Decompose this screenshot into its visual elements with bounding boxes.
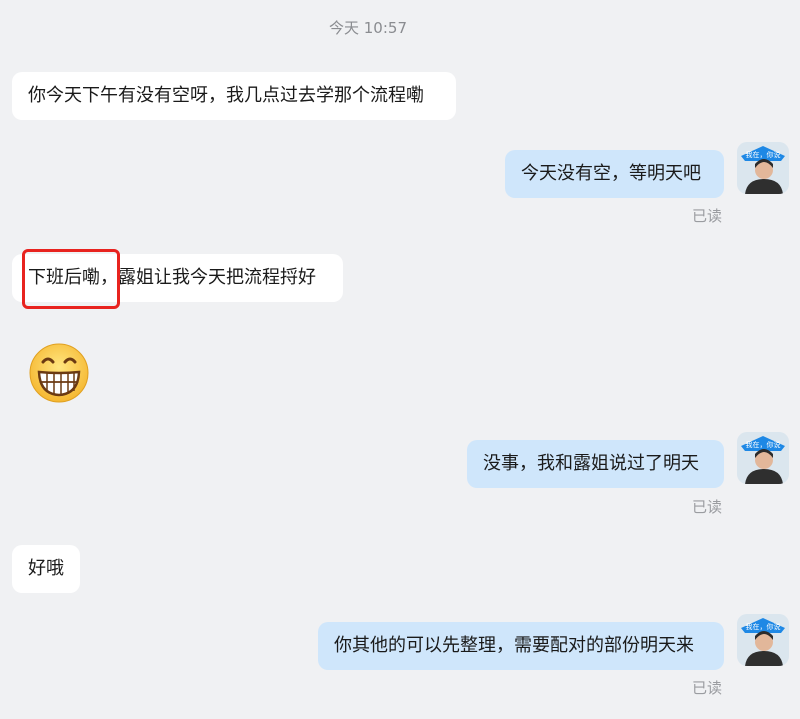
grinning-face-icon (29, 343, 89, 403)
user-avatar[interactable]: 我在，你说 (737, 432, 789, 484)
message-text: 你其他的可以先整理，需要配对的部份明天来 (334, 635, 694, 656)
message-bubble-sent[interactable]: 你其他的可以先整理，需要配对的部份明天来 (318, 622, 724, 670)
avatar-badge-text: 我在，你说 (746, 440, 781, 449)
avatar-badge-text: 我在，你说 (746, 622, 781, 631)
avatar-image: 我在，你说 (737, 432, 789, 484)
avatar-image: 我在，你说 (737, 142, 789, 194)
message-text: 没事，我和露姐说过了明天 (483, 453, 699, 474)
message-bubble-received[interactable]: 你今天下午有没有空呀，我几点过去学那个流程嘞 (12, 72, 456, 120)
read-status: 已读 (692, 207, 723, 225)
chat-timestamp: 今天 10:57 (329, 19, 407, 37)
avatar-image: 我在，你说 (737, 614, 789, 666)
message-bubble-received[interactable]: 好哦 (12, 545, 80, 593)
user-avatar[interactable]: 我在，你说 (737, 614, 789, 666)
avatar-badge-text: 我在，你说 (746, 150, 781, 159)
read-status: 已读 (692, 679, 723, 697)
message-text: 好哦 (28, 558, 64, 579)
message-text: 你今天下午有没有空呀，我几点过去学那个流程嘞 (28, 85, 424, 106)
message-text: 今天没有空，等明天吧 (521, 163, 701, 184)
read-status: 已读 (692, 498, 723, 516)
user-avatar[interactable]: 我在，你说 (737, 142, 789, 194)
message-bubble-sent[interactable]: 今天没有空，等明天吧 (505, 150, 724, 198)
grinning-face-emoji[interactable] (28, 342, 90, 408)
message-bubble-sent[interactable]: 没事，我和露姐说过了明天 (467, 440, 724, 488)
highlight-annotation-box (22, 249, 120, 309)
